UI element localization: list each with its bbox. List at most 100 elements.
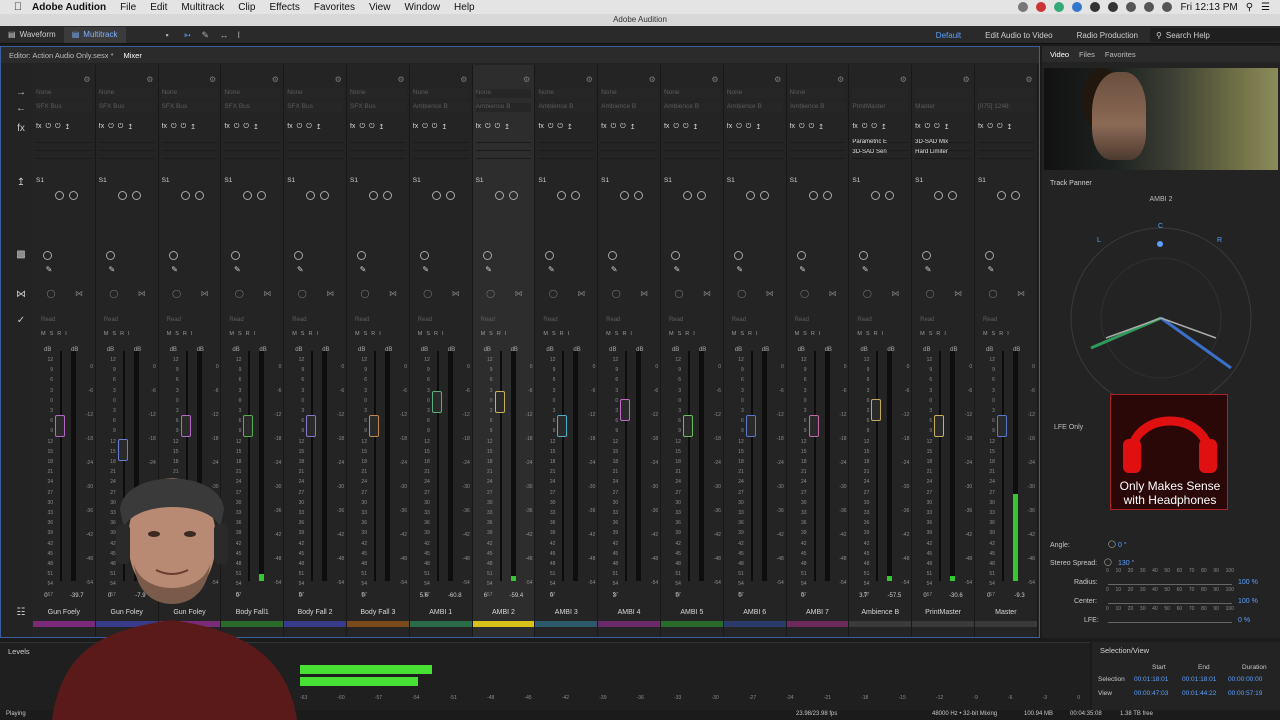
send-pan-knob[interactable] — [508, 191, 518, 200]
fx-label-icon[interactable]: fx — [601, 123, 606, 131]
input-monitor-button[interactable]: I — [316, 331, 318, 337]
send-volume-knob[interactable] — [55, 191, 64, 200]
fx-commit-icon[interactable]: ↥ — [630, 123, 636, 131]
track-list-icon[interactable]: ☷ — [15, 607, 27, 619]
fx-insert-slot[interactable] — [601, 145, 657, 151]
fx-insert-name[interactable]: 3D-SAD Sen — [852, 149, 908, 155]
input-monitor-button[interactable]: I — [756, 331, 758, 337]
automation-mode[interactable]: Read — [104, 317, 118, 323]
fx-commit-icon[interactable]: ↥ — [127, 123, 133, 131]
output-select[interactable]: Ambience B — [726, 103, 783, 112]
fx-power-icon[interactable]: ⏻ — [485, 123, 491, 131]
input-monitor-button[interactable]: I — [254, 331, 256, 337]
radius-value[interactable]: 100 % — [1238, 579, 1258, 586]
mute-button[interactable]: M — [104, 331, 109, 337]
solo-button[interactable]: S — [489, 331, 493, 337]
send-volume-knob[interactable] — [745, 191, 755, 200]
eq-power-knob[interactable] — [796, 251, 806, 260]
fx-commit-icon[interactable]: ↥ — [755, 123, 761, 131]
track-settings-icon[interactable]: ⚙ — [897, 75, 909, 85]
fx-commit-icon[interactable]: ↥ — [253, 123, 259, 131]
solo-button[interactable]: S — [238, 331, 242, 337]
input-monitor-button[interactable]: I — [1007, 331, 1009, 337]
fx-insert-slot[interactable] — [287, 137, 343, 143]
note-icon[interactable] — [1090, 2, 1101, 12]
fx-insert-slot[interactable] — [98, 145, 155, 151]
eq-pencil-icon[interactable]: ✎ — [922, 265, 934, 275]
output-select[interactable]: SFX Bus — [349, 103, 406, 112]
solo-button[interactable]: S — [615, 331, 619, 337]
track-settings-icon[interactable]: ⚙ — [144, 75, 156, 85]
record-button[interactable]: R — [560, 331, 564, 337]
record-button[interactable]: R — [685, 331, 689, 337]
track-settings-icon[interactable]: ⚙ — [646, 75, 658, 85]
menu-list-icon[interactable]: ☰ — [1261, 2, 1270, 13]
fx-label-icon[interactable]: fx — [36, 123, 41, 131]
send-pan-knob[interactable] — [257, 191, 267, 200]
fx-insert-slot[interactable] — [789, 153, 846, 159]
track-settings-icon[interactable]: ⚙ — [395, 75, 407, 85]
spread-value[interactable]: 130 ° — [1118, 560, 1134, 567]
input-select[interactable]: None — [789, 89, 846, 98]
fx-power-icon[interactable]: ⏻ — [359, 123, 365, 131]
send-select[interactable]: S1 — [664, 177, 720, 184]
fx-insert-slot[interactable] — [726, 145, 783, 151]
volume-value[interactable]: 6 — [484, 593, 487, 599]
pan-knob-icon[interactable]: ◯ — [924, 289, 936, 299]
stereo-width-icon[interactable]: ⋈ — [450, 289, 462, 299]
volume-fader[interactable] — [494, 391, 505, 413]
send-pan-knob[interactable] — [131, 191, 141, 200]
fx-power-icon[interactable]: ⏻ — [862, 123, 868, 131]
fx-power-icon[interactable]: ⏻ — [799, 123, 805, 131]
pan-knob-icon[interactable]: ◯ — [547, 289, 559, 299]
workspace-radio[interactable]: Radio Production — [1065, 31, 1150, 40]
send-select[interactable]: S1 — [287, 177, 343, 184]
fx-label-icon[interactable]: fx — [664, 123, 669, 131]
input-select[interactable]: None — [161, 89, 218, 98]
send-select[interactable]: S1 — [852, 177, 908, 184]
output-select[interactable]: Ambience B — [601, 103, 657, 112]
spread-knob-icon[interactable]: ◯ — [1104, 558, 1112, 566]
record-button[interactable]: R — [622, 331, 626, 337]
fx-prefader-icon[interactable]: ⏻ — [871, 123, 877, 131]
volume-fader[interactable] — [368, 415, 379, 437]
blue-app-icon[interactable] — [1072, 2, 1083, 12]
radius-slider[interactable] — [1108, 584, 1232, 585]
send-pan-knob[interactable] — [822, 191, 832, 200]
fx-insert-slot[interactable] — [224, 153, 281, 159]
send-volume-knob[interactable] — [996, 191, 1006, 200]
multitrack-button[interactable]: ▤ Multitrack — [63, 26, 126, 43]
mute-button[interactable]: M — [983, 331, 988, 337]
track-settings-icon[interactable]: ⚙ — [1023, 75, 1035, 85]
record-button[interactable]: R — [120, 331, 124, 337]
automation-mode[interactable]: Read — [481, 317, 495, 323]
sv-view-end[interactable]: 00:01:44:22 — [1182, 690, 1216, 697]
automation-mode[interactable]: Read — [983, 317, 997, 323]
fx-insert-slot[interactable] — [349, 137, 406, 143]
fx-prefader-icon[interactable]: ⏻ — [306, 123, 312, 131]
eq-power-knob[interactable] — [545, 251, 555, 260]
solo-button[interactable]: S — [866, 331, 870, 337]
fx-commit-icon[interactable]: ↥ — [693, 123, 699, 131]
fx-label-icon[interactable]: fx — [852, 123, 857, 131]
send-select[interactable]: S1 — [978, 177, 1034, 184]
input-monitor-button[interactable]: I — [128, 331, 130, 337]
files-tab[interactable]: Files — [1079, 50, 1095, 59]
fx-insert-slot[interactable] — [663, 153, 720, 159]
fx-insert-slot[interactable] — [412, 137, 469, 143]
center-value[interactable]: 100 % — [1238, 598, 1258, 605]
output-select[interactable]: PrintMaster — [852, 103, 909, 112]
favorites-tab[interactable]: Favorites — [1105, 50, 1136, 59]
pan-knob-icon[interactable]: ◯ — [422, 289, 434, 299]
send-pan-knob[interactable] — [382, 191, 392, 200]
send-select[interactable]: S1 — [538, 177, 594, 184]
track-settings-icon[interactable]: ⚙ — [583, 75, 595, 85]
volume-value[interactable]: 0 — [738, 593, 741, 599]
send-volume-knob[interactable] — [557, 191, 567, 200]
record-button[interactable]: R — [811, 331, 815, 337]
eq-power-knob[interactable] — [984, 251, 994, 260]
menu-file[interactable]: File — [120, 2, 136, 13]
chrome-icon[interactable] — [1054, 2, 1065, 12]
output-select[interactable]: SFX Bus — [287, 103, 343, 112]
menu-favorites[interactable]: Favorites — [314, 2, 355, 13]
